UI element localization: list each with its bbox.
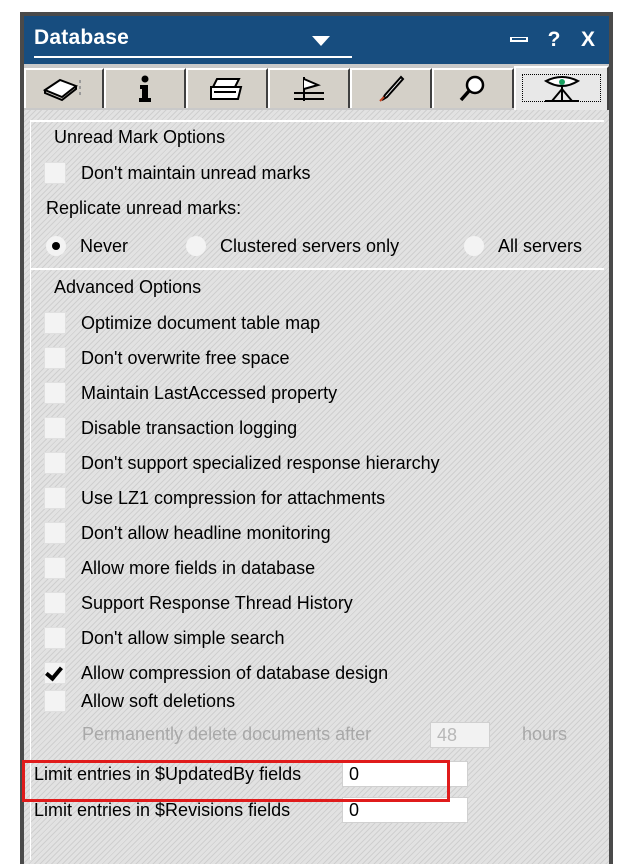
radio-clustered-label: Clustered servers only: [220, 235, 400, 256]
adv-option-label: Don't allow headline monitoring: [81, 522, 331, 543]
simple-search-checkbox[interactable]: [44, 627, 66, 649]
tab-design[interactable]: [268, 68, 350, 108]
adv-option-row[interactable]: Don't support specialized response hiera…: [44, 448, 440, 478]
response-thread-history-checkbox[interactable]: [44, 592, 66, 614]
adv-option-label: Allow more fields in database: [81, 557, 316, 578]
perm-delete-label: Permanently delete documents after: [82, 724, 372, 744]
replicate-unread-label: Replicate unread marks:: [46, 198, 242, 218]
close-icon[interactable]: X: [575, 26, 601, 54]
compress-design-checkbox[interactable]: [44, 662, 66, 684]
adv-option-row[interactable]: Don't overwrite free space: [44, 343, 290, 373]
advanced-panel: Unread Mark Options Don't maintain unrea…: [24, 110, 609, 864]
unread-mark-group-title: Unread Mark Options: [54, 127, 226, 147]
radio-never-label: Never: [80, 235, 129, 256]
revisions-label: Limit entries in $Revisions fields: [34, 800, 291, 820]
book-icon: [42, 78, 81, 102]
tab-strip: [24, 64, 609, 110]
disable-transaction-logging-checkbox[interactable]: [44, 417, 66, 439]
tab-basics[interactable]: [24, 68, 104, 108]
radio-all-servers[interactable]: [464, 236, 484, 256]
revisions-input[interactable]: [342, 797, 468, 823]
chevron-down-icon: [312, 36, 330, 46]
radio-never[interactable]: [46, 236, 66, 256]
tab-info[interactable]: [104, 68, 186, 108]
pen-icon: [379, 75, 405, 102]
updated-by-label: Limit entries in $UpdatedBy fields: [34, 764, 302, 784]
adv-option-label: Use LZ1 compression for attachments: [81, 487, 386, 508]
adv-option-row[interactable]: Maintain LastAccessed property: [44, 378, 337, 408]
adv-option-row[interactable]: Don't allow headline monitoring: [44, 518, 331, 548]
adv-option-label: Don't support specialized response hiera…: [81, 452, 440, 473]
adv-option-label: Allow soft deletions: [81, 690, 236, 711]
adv-option-row[interactable]: Use LZ1 compression for attachments: [44, 483, 385, 513]
adv-option-row[interactable]: Support Response Thread History: [44, 588, 353, 618]
tab-advanced[interactable]: [514, 66, 609, 110]
more-fields-checkbox[interactable]: [44, 557, 66, 579]
radio-all-servers-row[interactable]: All servers: [464, 231, 582, 261]
properties-window: Database ? X Unread Mark Options Don't m…: [20, 12, 613, 864]
adv-option-label: Don't overwrite free space: [81, 347, 290, 368]
tab-launch[interactable]: [350, 68, 432, 108]
headline-monitoring-checkbox[interactable]: [44, 522, 66, 544]
maintain-lastaccessed-checkbox[interactable]: [44, 382, 66, 404]
info-icon: [139, 75, 151, 102]
adv-option-row[interactable]: Don't allow simple search: [44, 623, 285, 653]
radio-clustered-row[interactable]: Clustered servers only: [186, 231, 399, 261]
adv-option-label: Support Response Thread History: [81, 592, 353, 613]
window-title: Database: [34, 26, 129, 49]
adv-option-label: Don't allow simple search: [81, 627, 285, 648]
adv-option-row[interactable]: Allow soft deletions: [44, 686, 235, 716]
soft-deletions-checkbox[interactable]: [44, 690, 66, 712]
radio-all-servers-label: All servers: [498, 235, 583, 256]
adv-option-label: Maintain LastAccessed property: [81, 382, 338, 403]
adv-option-row[interactable]: Allow compression of database design: [44, 658, 388, 688]
printer-icon: [210, 78, 243, 100]
adv-option-row[interactable]: Disable transaction logging: [44, 413, 297, 443]
radio-never-row[interactable]: Never: [46, 231, 128, 261]
adv-option-row[interactable]: Optimize document table map: [44, 308, 320, 338]
adv-option-label: Allow compression of database design: [81, 662, 389, 683]
advanced-options-group-title: Advanced Options: [54, 277, 202, 297]
adv-option-label: Disable transaction logging: [81, 417, 298, 438]
magnifier-icon: [459, 75, 485, 102]
design-icon: [294, 77, 324, 101]
optimize-table-map-checkbox[interactable]: [44, 312, 66, 334]
dont-overwrite-free-space-checkbox[interactable]: [44, 347, 66, 369]
properties-type-dropdown[interactable]: Database: [34, 24, 352, 58]
perm-delete-unit: hours: [522, 724, 568, 744]
tab-printing[interactable]: [186, 68, 268, 108]
tab-focus-ring: [522, 74, 601, 102]
adv-option-row[interactable]: Allow more fields in database: [44, 553, 315, 583]
response-hierarchy-checkbox[interactable]: [44, 452, 66, 474]
title-bar: Database ? X: [24, 16, 609, 64]
dont-maintain-unread-label: Don't maintain unread marks: [81, 162, 311, 183]
radio-clustered[interactable]: [186, 236, 206, 256]
help-icon[interactable]: ?: [542, 26, 566, 54]
perm-delete-hours-input[interactable]: [430, 722, 490, 748]
lz1-compression-checkbox[interactable]: [44, 487, 66, 509]
dont-maintain-unread-checkbox[interactable]: [44, 162, 66, 184]
updated-by-input[interactable]: [342, 761, 468, 787]
minimize-icon[interactable]: [508, 26, 530, 54]
dont-maintain-unread-row[interactable]: Don't maintain unread marks: [44, 158, 311, 188]
tab-fulltext[interactable]: [432, 68, 514, 108]
adv-option-label: Optimize document table map: [81, 312, 321, 333]
